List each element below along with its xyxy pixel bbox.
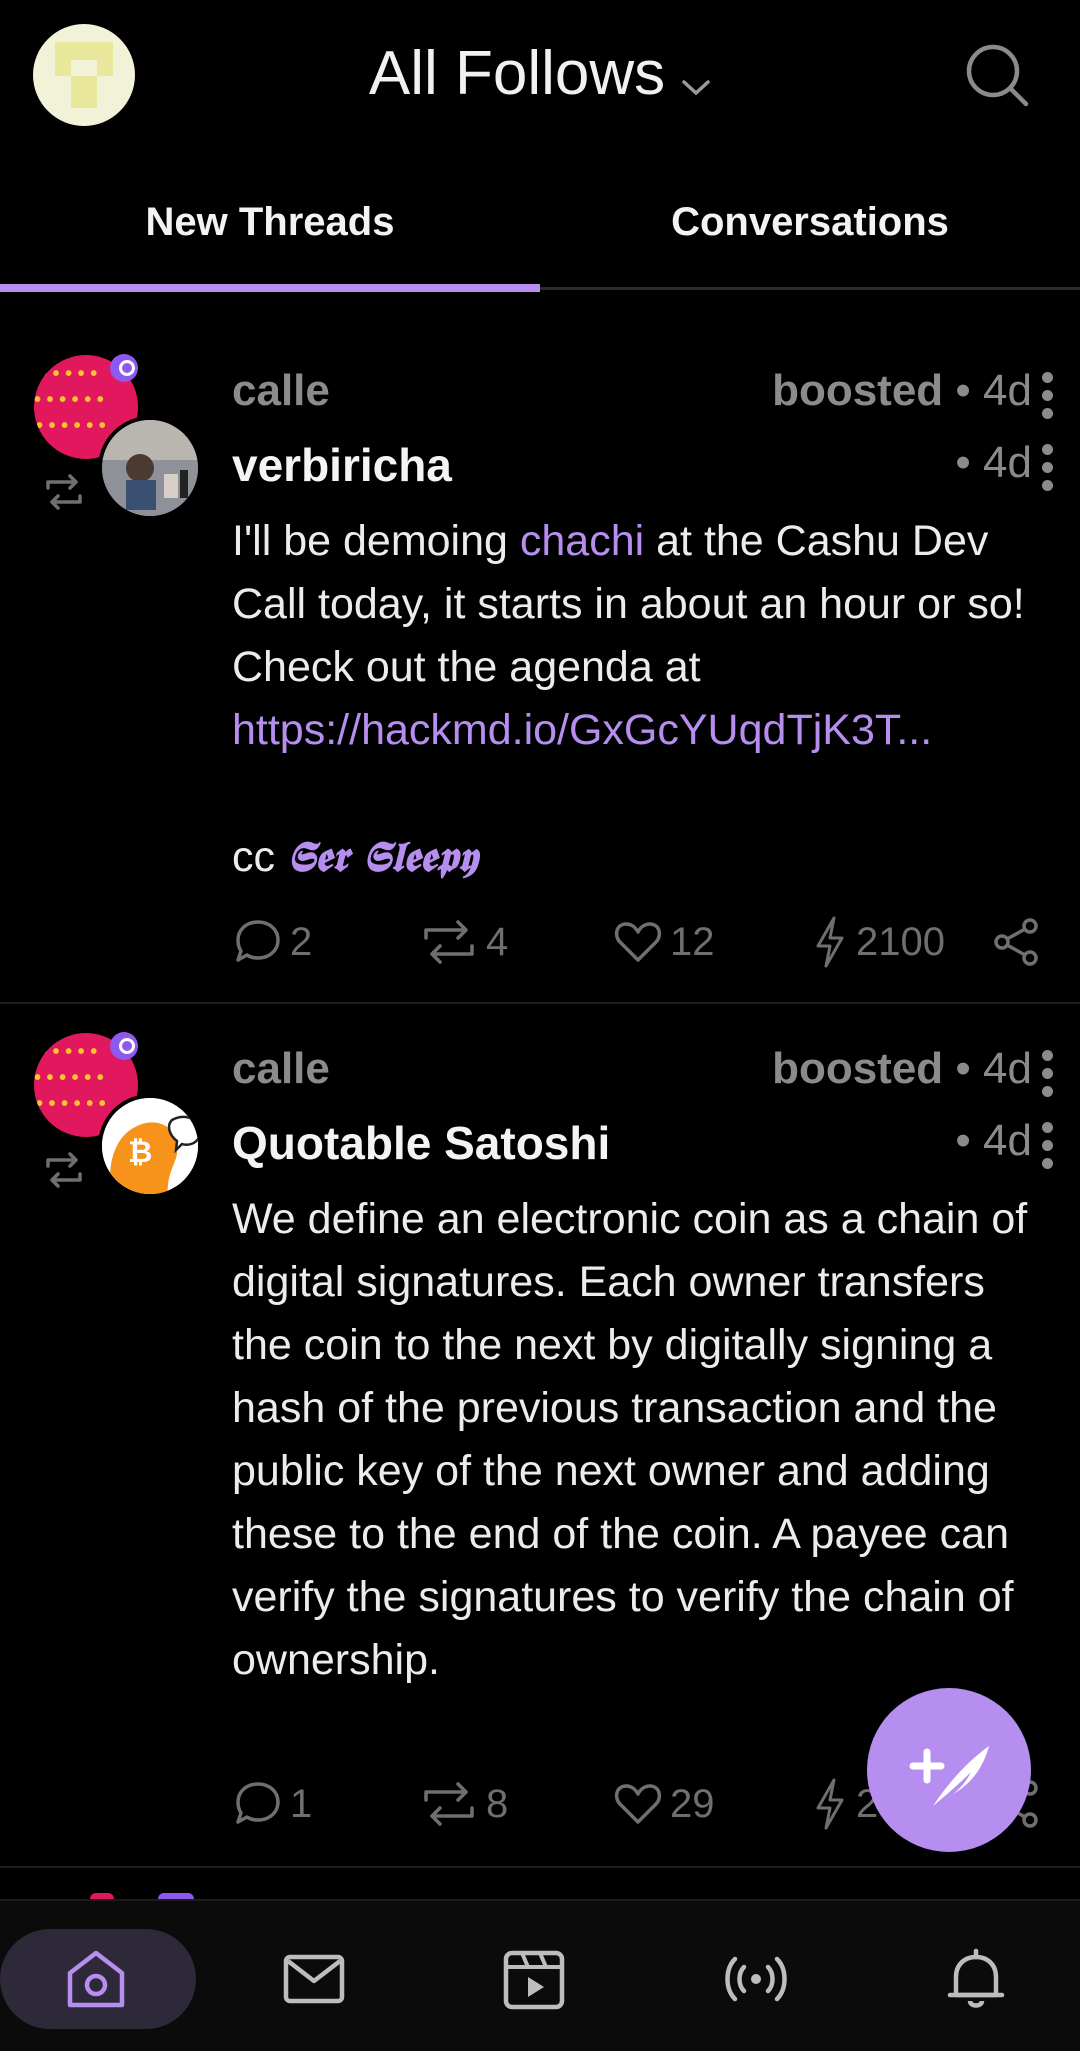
post-text: I'll be demoing bbox=[232, 517, 520, 565]
verified-badge bbox=[110, 1032, 138, 1060]
booster-name[interactable]: calle bbox=[232, 1044, 330, 1094]
more-options-icon[interactable] bbox=[1042, 1050, 1054, 1104]
post-time: • 4d bbox=[955, 438, 1032, 487]
more-options-icon[interactable] bbox=[1042, 1122, 1054, 1176]
tab-new-threads[interactable]: New Threads bbox=[0, 180, 540, 290]
broadcast-icon[interactable] bbox=[720, 1943, 792, 2015]
boosted-label: boosted bbox=[772, 1044, 944, 1093]
share-icon bbox=[994, 918, 1038, 966]
repost-button[interactable]: 4 bbox=[418, 912, 508, 972]
top-app-bar: All Follows bbox=[0, 0, 1080, 150]
repost-icon bbox=[424, 920, 474, 964]
feed-tabs: New Threads Conversations bbox=[0, 180, 1080, 294]
booster-name[interactable]: calle bbox=[232, 366, 330, 416]
like-button[interactable]: 12 bbox=[612, 912, 715, 972]
post-actions: 2 4 12 2100 bbox=[232, 912, 1052, 972]
boost-meta: boosted • 4d bbox=[772, 1044, 1032, 1094]
cc-label: cc bbox=[232, 833, 275, 881]
lightning-icon bbox=[816, 916, 844, 968]
verified-badge bbox=[110, 354, 138, 382]
boosted-time: • 4d bbox=[955, 1044, 1032, 1093]
bell-icon[interactable] bbox=[940, 1943, 1012, 2015]
zap-button[interactable]: 2100 bbox=[810, 912, 945, 972]
like-count: 29 bbox=[670, 1781, 715, 1826]
mention-link[interactable]: 𝕾𝖊𝖗 𝕾𝖑𝖊𝖊𝖕𝖞 bbox=[287, 832, 477, 881]
post-card[interactable]: • • • • • • • • • • • • • • • • • calle … bbox=[0, 292, 1080, 1002]
reply-icon bbox=[236, 920, 280, 962]
reply-button[interactable]: 1 bbox=[232, 1774, 312, 1834]
post-divider bbox=[0, 1866, 1080, 1868]
author-avatar[interactable] bbox=[98, 416, 202, 520]
heart-icon bbox=[614, 1784, 662, 1824]
mention-link[interactable]: chachi bbox=[520, 517, 644, 565]
repost-icon bbox=[40, 1150, 88, 1190]
zap-amount: 2100 bbox=[856, 919, 945, 964]
boosted-label: boosted bbox=[772, 366, 944, 415]
cc-line: cc 𝕾𝖊𝖗 𝕾𝖑𝖊𝖊𝖕𝖞 bbox=[232, 825, 1032, 889]
lightning-icon bbox=[816, 1778, 844, 1830]
more-options-icon[interactable] bbox=[1042, 372, 1054, 426]
quill-icon bbox=[909, 1746, 989, 1806]
heart-icon bbox=[614, 922, 662, 962]
repost-icon bbox=[40, 472, 88, 512]
boosted-time: • 4d bbox=[955, 366, 1032, 415]
repost-button[interactable]: 8 bbox=[418, 1774, 508, 1834]
reply-count: 1 bbox=[290, 1781, 313, 1826]
author-avatar[interactable]: ₿ bbox=[98, 1094, 202, 1198]
search-icon[interactable] bbox=[962, 40, 1032, 110]
mail-icon[interactable] bbox=[278, 1943, 350, 2015]
like-count: 12 bbox=[670, 919, 715, 964]
svg-text:₿: ₿ bbox=[128, 1135, 152, 1170]
repost-count: 8 bbox=[486, 1781, 509, 1826]
post-content: I'll be demoing chachi at the Cashu Dev … bbox=[232, 510, 1032, 889]
home-icon[interactable] bbox=[60, 1943, 132, 2015]
feed-title: All Follows bbox=[368, 39, 666, 108]
like-button[interactable]: 29 bbox=[612, 1774, 715, 1834]
active-tab-indicator bbox=[0, 284, 540, 292]
tab-conversations[interactable]: Conversations bbox=[540, 180, 1080, 290]
chevron-down-icon bbox=[681, 42, 711, 113]
reply-count: 2 bbox=[290, 919, 313, 964]
video-icon[interactable] bbox=[498, 1943, 570, 2015]
reply-icon bbox=[236, 1782, 280, 1824]
url-link[interactable]: https://hackmd.io/GxGcYUqdTjK3T... bbox=[232, 699, 1012, 762]
post-time: • 4d bbox=[955, 1116, 1032, 1165]
compose-button[interactable] bbox=[867, 1688, 1031, 1852]
post-text: We define an electronic coin as a chain … bbox=[232, 1195, 1028, 1684]
more-options-icon[interactable] bbox=[1042, 444, 1054, 498]
bottom-navigation bbox=[0, 1899, 1080, 2051]
feed-selector[interactable]: All Follows bbox=[0, 38, 1080, 113]
reply-button[interactable]: 2 bbox=[232, 912, 312, 972]
boost-meta: boosted • 4d bbox=[772, 366, 1032, 416]
share-button[interactable] bbox=[992, 912, 1046, 972]
author-name[interactable]: Quotable Satoshi bbox=[232, 1116, 610, 1170]
repost-count: 4 bbox=[486, 919, 509, 964]
author-name[interactable]: verbiricha bbox=[232, 438, 452, 492]
repost-icon bbox=[424, 1782, 474, 1826]
